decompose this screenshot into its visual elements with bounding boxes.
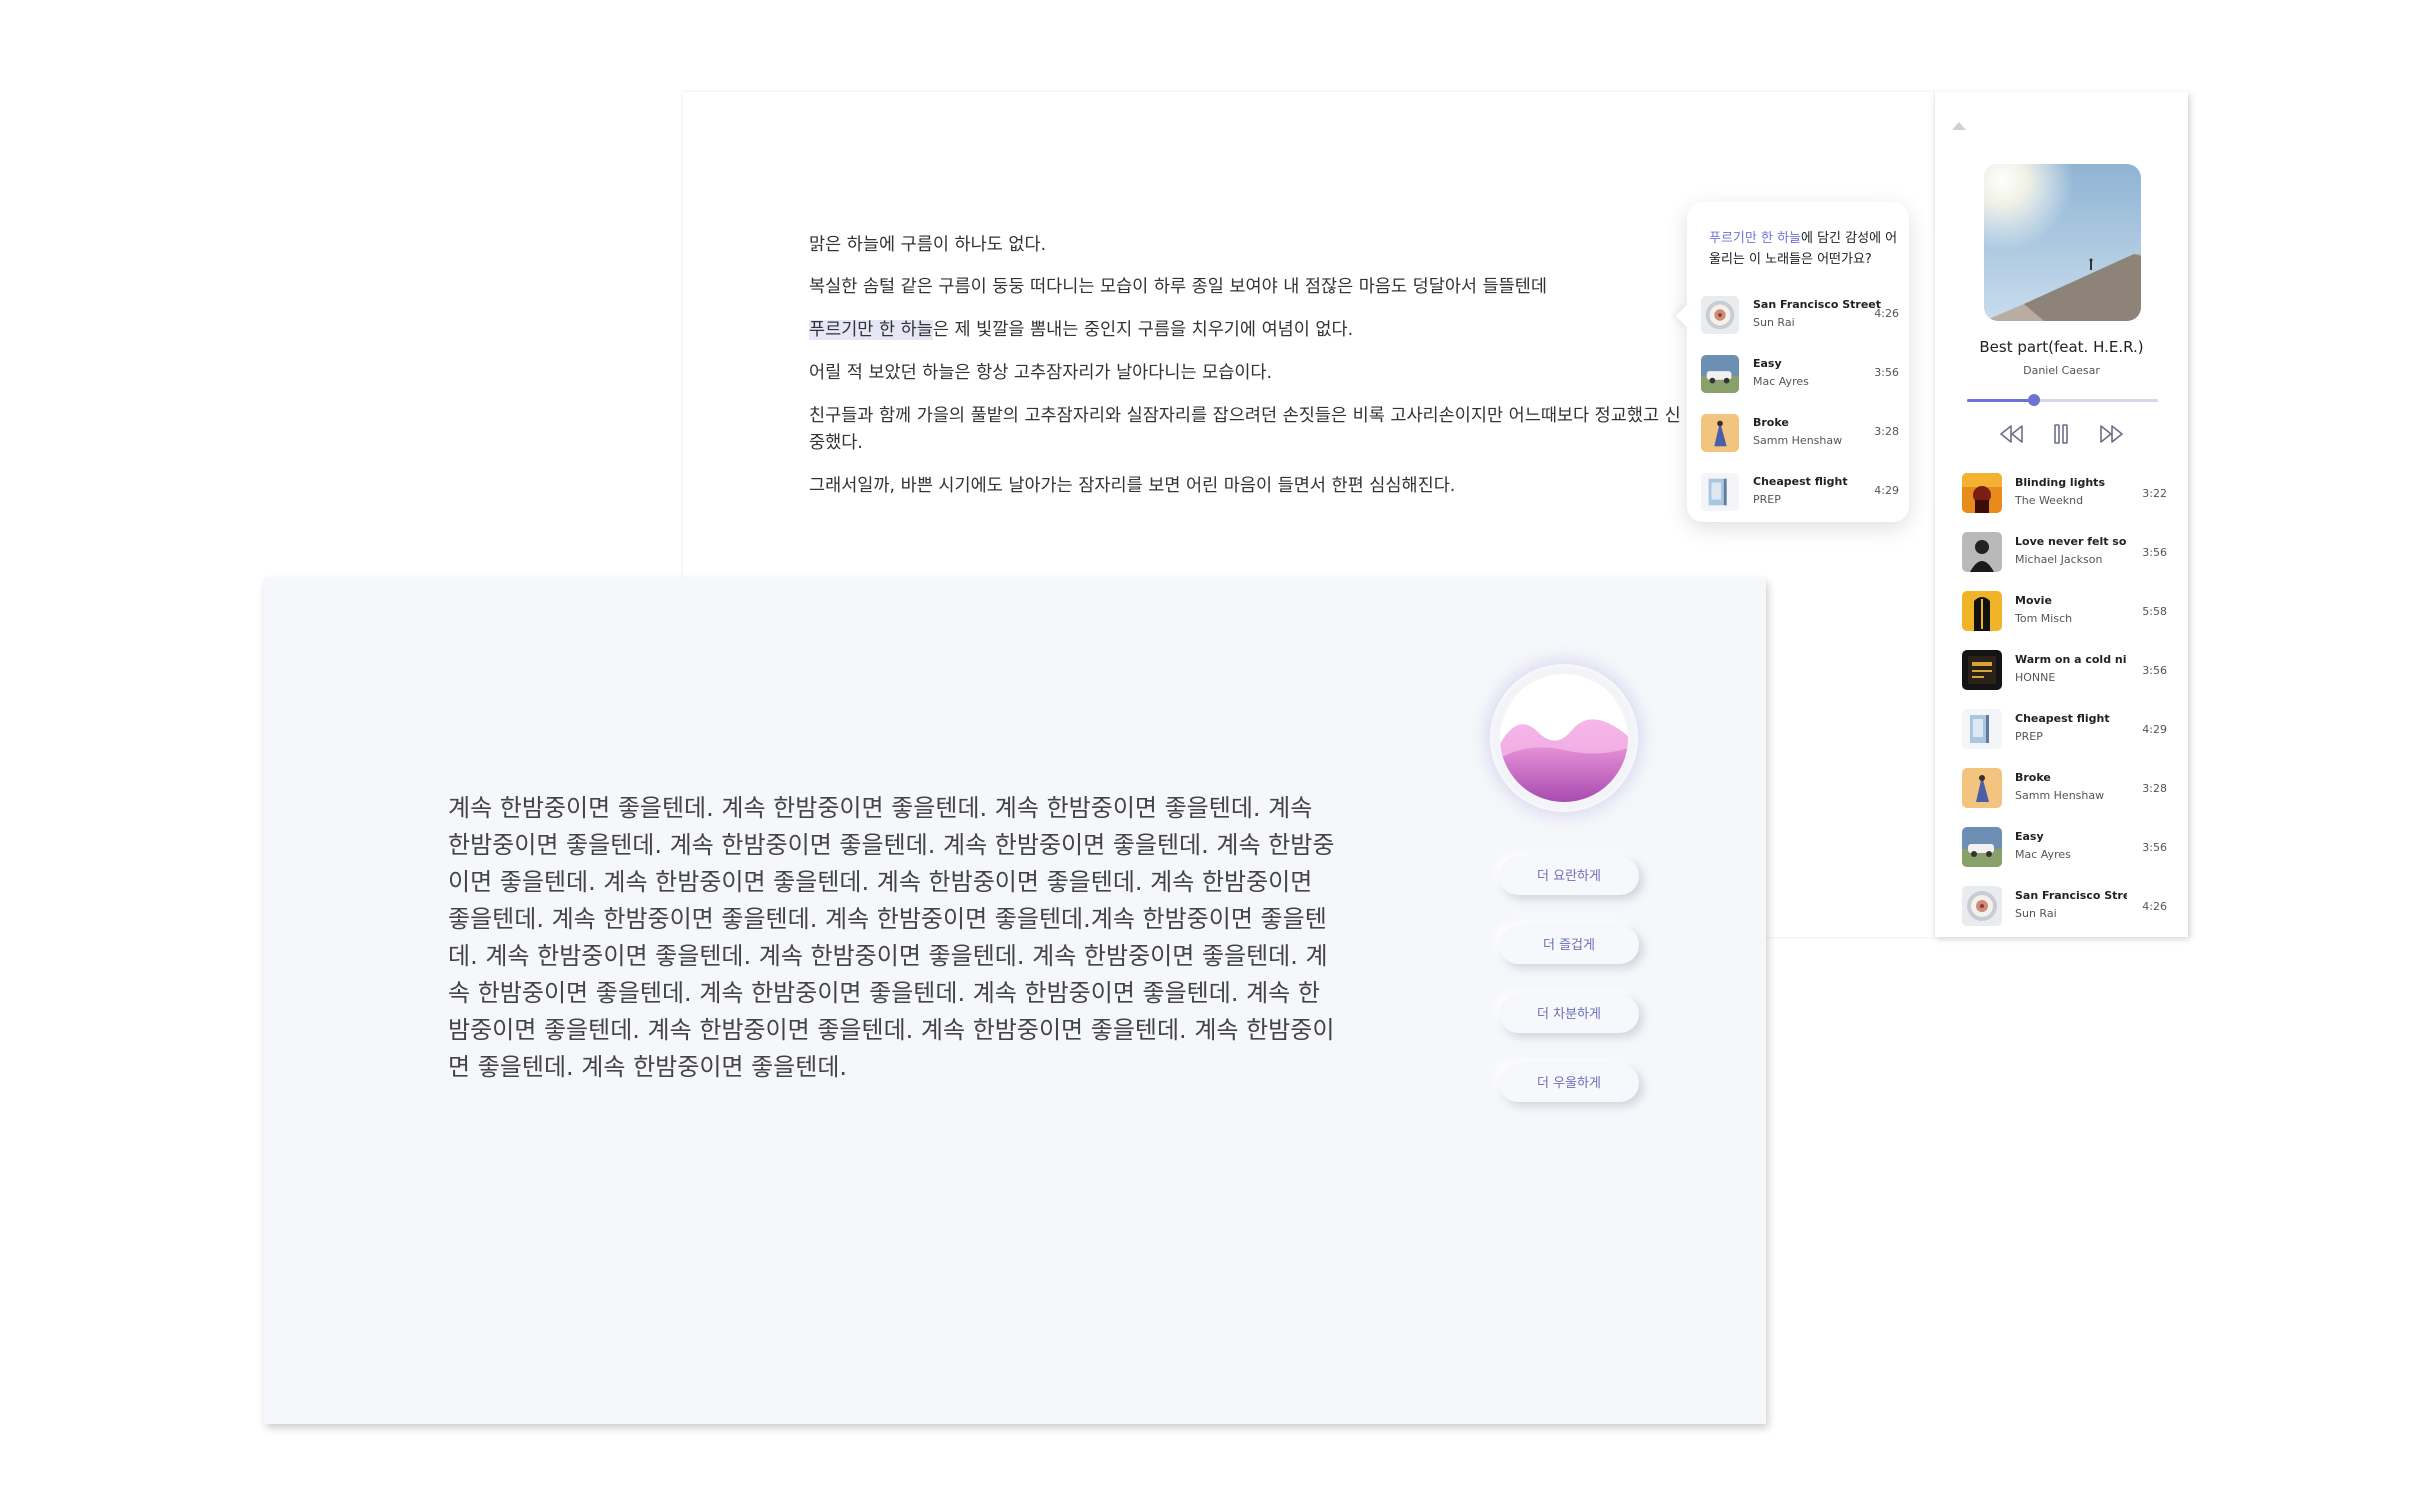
playlist-item[interactable]: Love never felt so... Michael Jackson 3:56	[1962, 532, 2167, 591]
album-thumbnail	[1962, 886, 2002, 926]
song-artist: Samm Henshaw	[2015, 789, 2105, 802]
playlist-item[interactable]: Broke Samm Henshaw 3:28	[1962, 768, 2167, 827]
recommendation-header: 푸르기만 한 하늘에 담긴 감성에 어울리는 이 노래들은 어떤가요?	[1709, 228, 1899, 270]
now-playing-title: Best part(feat. H.E.R.)	[1979, 338, 2144, 356]
playlist-item[interactable]: Warm on a cold night HONNE 3:56	[1962, 650, 2167, 709]
rewind-icon[interactable]	[1998, 420, 2026, 448]
progress-knob[interactable]	[2027, 394, 2040, 406]
album-thumbnail	[1962, 827, 2002, 867]
playback-progress-bar[interactable]	[1967, 394, 2158, 406]
playlist-item[interactable]: Easy Mac Ayres 3:56	[1962, 827, 2167, 886]
song-duration: 4:26	[2142, 900, 2167, 913]
album-thumbnail	[1962, 768, 2002, 808]
song-title: San Francisco Street	[2015, 889, 2127, 902]
album-thumbnail	[1962, 709, 2002, 749]
song-duration: 4:29	[2142, 723, 2167, 736]
playback-controls	[1935, 420, 2188, 450]
writing-window: 계속 한밤중이면 좋을텐데. 계속 한밤중이면 좋을텐데. 계속 한밤중이면 좋…	[264, 578, 1766, 1424]
recommended-song-item[interactable]: Broke Samm Henshaw 3:28	[1701, 408, 1899, 467]
song-duration: 3:56	[2142, 664, 2167, 677]
playlist-item[interactable]: San Francisco Street Sun Rai 4:26	[1962, 886, 2167, 945]
song-artist: Sun Rai	[2015, 907, 2057, 920]
song-duration: 3:56	[2142, 841, 2167, 854]
song-artist: PREP	[1753, 493, 1781, 506]
song-title: Love never felt so...	[2015, 535, 2127, 548]
song-duration: 3:56	[1874, 366, 1899, 379]
now-playing-artist: Daniel Caesar	[2023, 364, 2100, 377]
document-body[interactable]: 맑은 하늘에 구름이 하나도 없다. 복실한 솜털 같은 구름이 둥둥 떠다니는…	[809, 232, 1689, 516]
song-artist: Samm Henshaw	[1753, 434, 1843, 447]
album-thumbnail	[1701, 414, 1739, 452]
doc-paragraph: 맑은 하늘에 구름이 하나도 없다.	[809, 235, 1047, 255]
song-artist: Michael Jackson	[2015, 553, 2103, 566]
recommended-song-item[interactable]: San Francisco Street Sun Rai 4:26	[1701, 290, 1899, 349]
album-thumbnail	[1962, 591, 2002, 631]
album-thumbnail	[1701, 473, 1739, 511]
pause-icon[interactable]	[2047, 420, 2075, 448]
tone-louder-button[interactable]: 더 요란하게	[1499, 857, 1639, 895]
now-playing-album-art	[1984, 164, 2141, 321]
recommendation-keyword: 푸르기만 한 하늘	[1709, 231, 1801, 246]
song-duration: 3:28	[1874, 425, 1899, 438]
tone-gloomier-button[interactable]: 더 우울하게	[1499, 1064, 1639, 1102]
album-thumbnail	[1962, 473, 2002, 513]
playlist-item[interactable]: Blinding lights The Weeknd 3:22	[1962, 473, 2167, 532]
album-thumbnail	[1701, 296, 1739, 334]
writing-text-area[interactable]: 계속 한밤중이면 좋을텐데. 계속 한밤중이면 좋을텐데. 계속 한밤중이면 좋…	[448, 790, 1338, 1086]
song-recommendation-popup: 푸르기만 한 하늘에 담긴 감성에 어울리는 이 노래들은 어떤가요? San …	[1687, 202, 1909, 522]
doc-paragraph-highlighted: 푸르기만 한 하늘은 제 빛깔을 뽐내는 중인지 구름을 치우기에 여념이 없다…	[809, 317, 1689, 344]
song-title: Broke	[2015, 771, 2051, 784]
recommended-song-item[interactable]: Cheapest flight PREP 4:29	[1701, 467, 1899, 526]
album-thumbnail	[1962, 532, 2002, 572]
doc-paragraph: 어릴 적 보았던 하늘은 항상 고추잠자리가 날아다니는 모습이다.	[809, 363, 1273, 383]
song-artist: Tom Misch	[2015, 612, 2073, 625]
mood-wave-icon	[1500, 674, 1628, 802]
text-highlight[interactable]: 푸르기만 한 하늘	[809, 320, 933, 340]
fast-forward-icon[interactable]	[2097, 420, 2125, 448]
song-title: Easy	[1753, 357, 1782, 370]
song-title: Cheapest flight	[2015, 712, 2110, 725]
song-artist: Sun Rai	[1753, 316, 1795, 329]
mood-orb[interactable]	[1490, 664, 1638, 812]
recommended-song-item[interactable]: Easy Mac Ayres 3:56	[1701, 349, 1899, 408]
song-artist: HONNE	[2015, 671, 2056, 684]
song-duration: 4:26	[1874, 307, 1899, 320]
song-artist: Mac Ayres	[2015, 848, 2071, 861]
scroll-up-arrow-icon[interactable]	[1952, 122, 1966, 130]
song-artist: The Weeknd	[2015, 494, 2084, 507]
song-duration: 3:28	[2142, 782, 2167, 795]
album-thumbnail	[1701, 355, 1739, 393]
progress-fill	[1967, 399, 2034, 402]
playlist-item[interactable]: Cheapest flight PREP 4:29	[1962, 709, 2167, 768]
song-duration: 3:56	[2142, 546, 2167, 559]
doc-paragraph-rest: 은 제 빛깔을 뽐내는 중인지 구름을 치우기에 여념이 없다.	[932, 320, 1354, 340]
album-thumbnail	[1962, 650, 2002, 690]
song-artist: PREP	[2015, 730, 2043, 743]
song-duration: 3:22	[2142, 487, 2167, 500]
song-title: Easy	[2015, 830, 2044, 843]
doc-paragraph: 친구들과 함께 가을의 풀밭의 고추잠자리와 실잠자리를 잡으려던 손짓들은 비…	[809, 406, 1681, 453]
song-title: Cheapest flight	[1753, 475, 1848, 488]
song-duration: 4:29	[1874, 484, 1899, 497]
doc-paragraph: 그래서일까, 바쁜 시기에도 날아가는 잠자리를 보면 어린 마음이 들면서 한…	[809, 476, 1456, 496]
song-artist: Mac Ayres	[1753, 375, 1809, 388]
tone-calmer-button[interactable]: 더 차분하게	[1499, 995, 1639, 1033]
music-player-panel: Best part(feat. H.E.R.) Daniel Caesar Bl…	[1934, 92, 2188, 937]
song-duration: 5:58	[2142, 605, 2167, 618]
playlist-item[interactable]: Movie Tom Misch 5:58	[1962, 591, 2167, 650]
doc-paragraph: 복실한 솜털 같은 구름이 둥둥 떠다니는 모습이 하루 종일 보여야 내 점잖…	[809, 277, 1547, 297]
tone-happier-button[interactable]: 더 즐겁게	[1499, 926, 1639, 964]
recommendation-list: San Francisco Street Sun Rai 4:26 Easy Mac A…	[1701, 290, 1899, 526]
song-title: Blinding lights	[2015, 476, 2105, 489]
playlist: Blinding lights The Weeknd 3:22 Love never …	[1962, 473, 2167, 945]
song-title: Broke	[1753, 416, 1789, 429]
song-title: San Francisco Street	[1753, 298, 1882, 311]
song-title: Movie	[2015, 594, 2052, 607]
song-title: Warm on a cold night	[2015, 653, 2127, 666]
